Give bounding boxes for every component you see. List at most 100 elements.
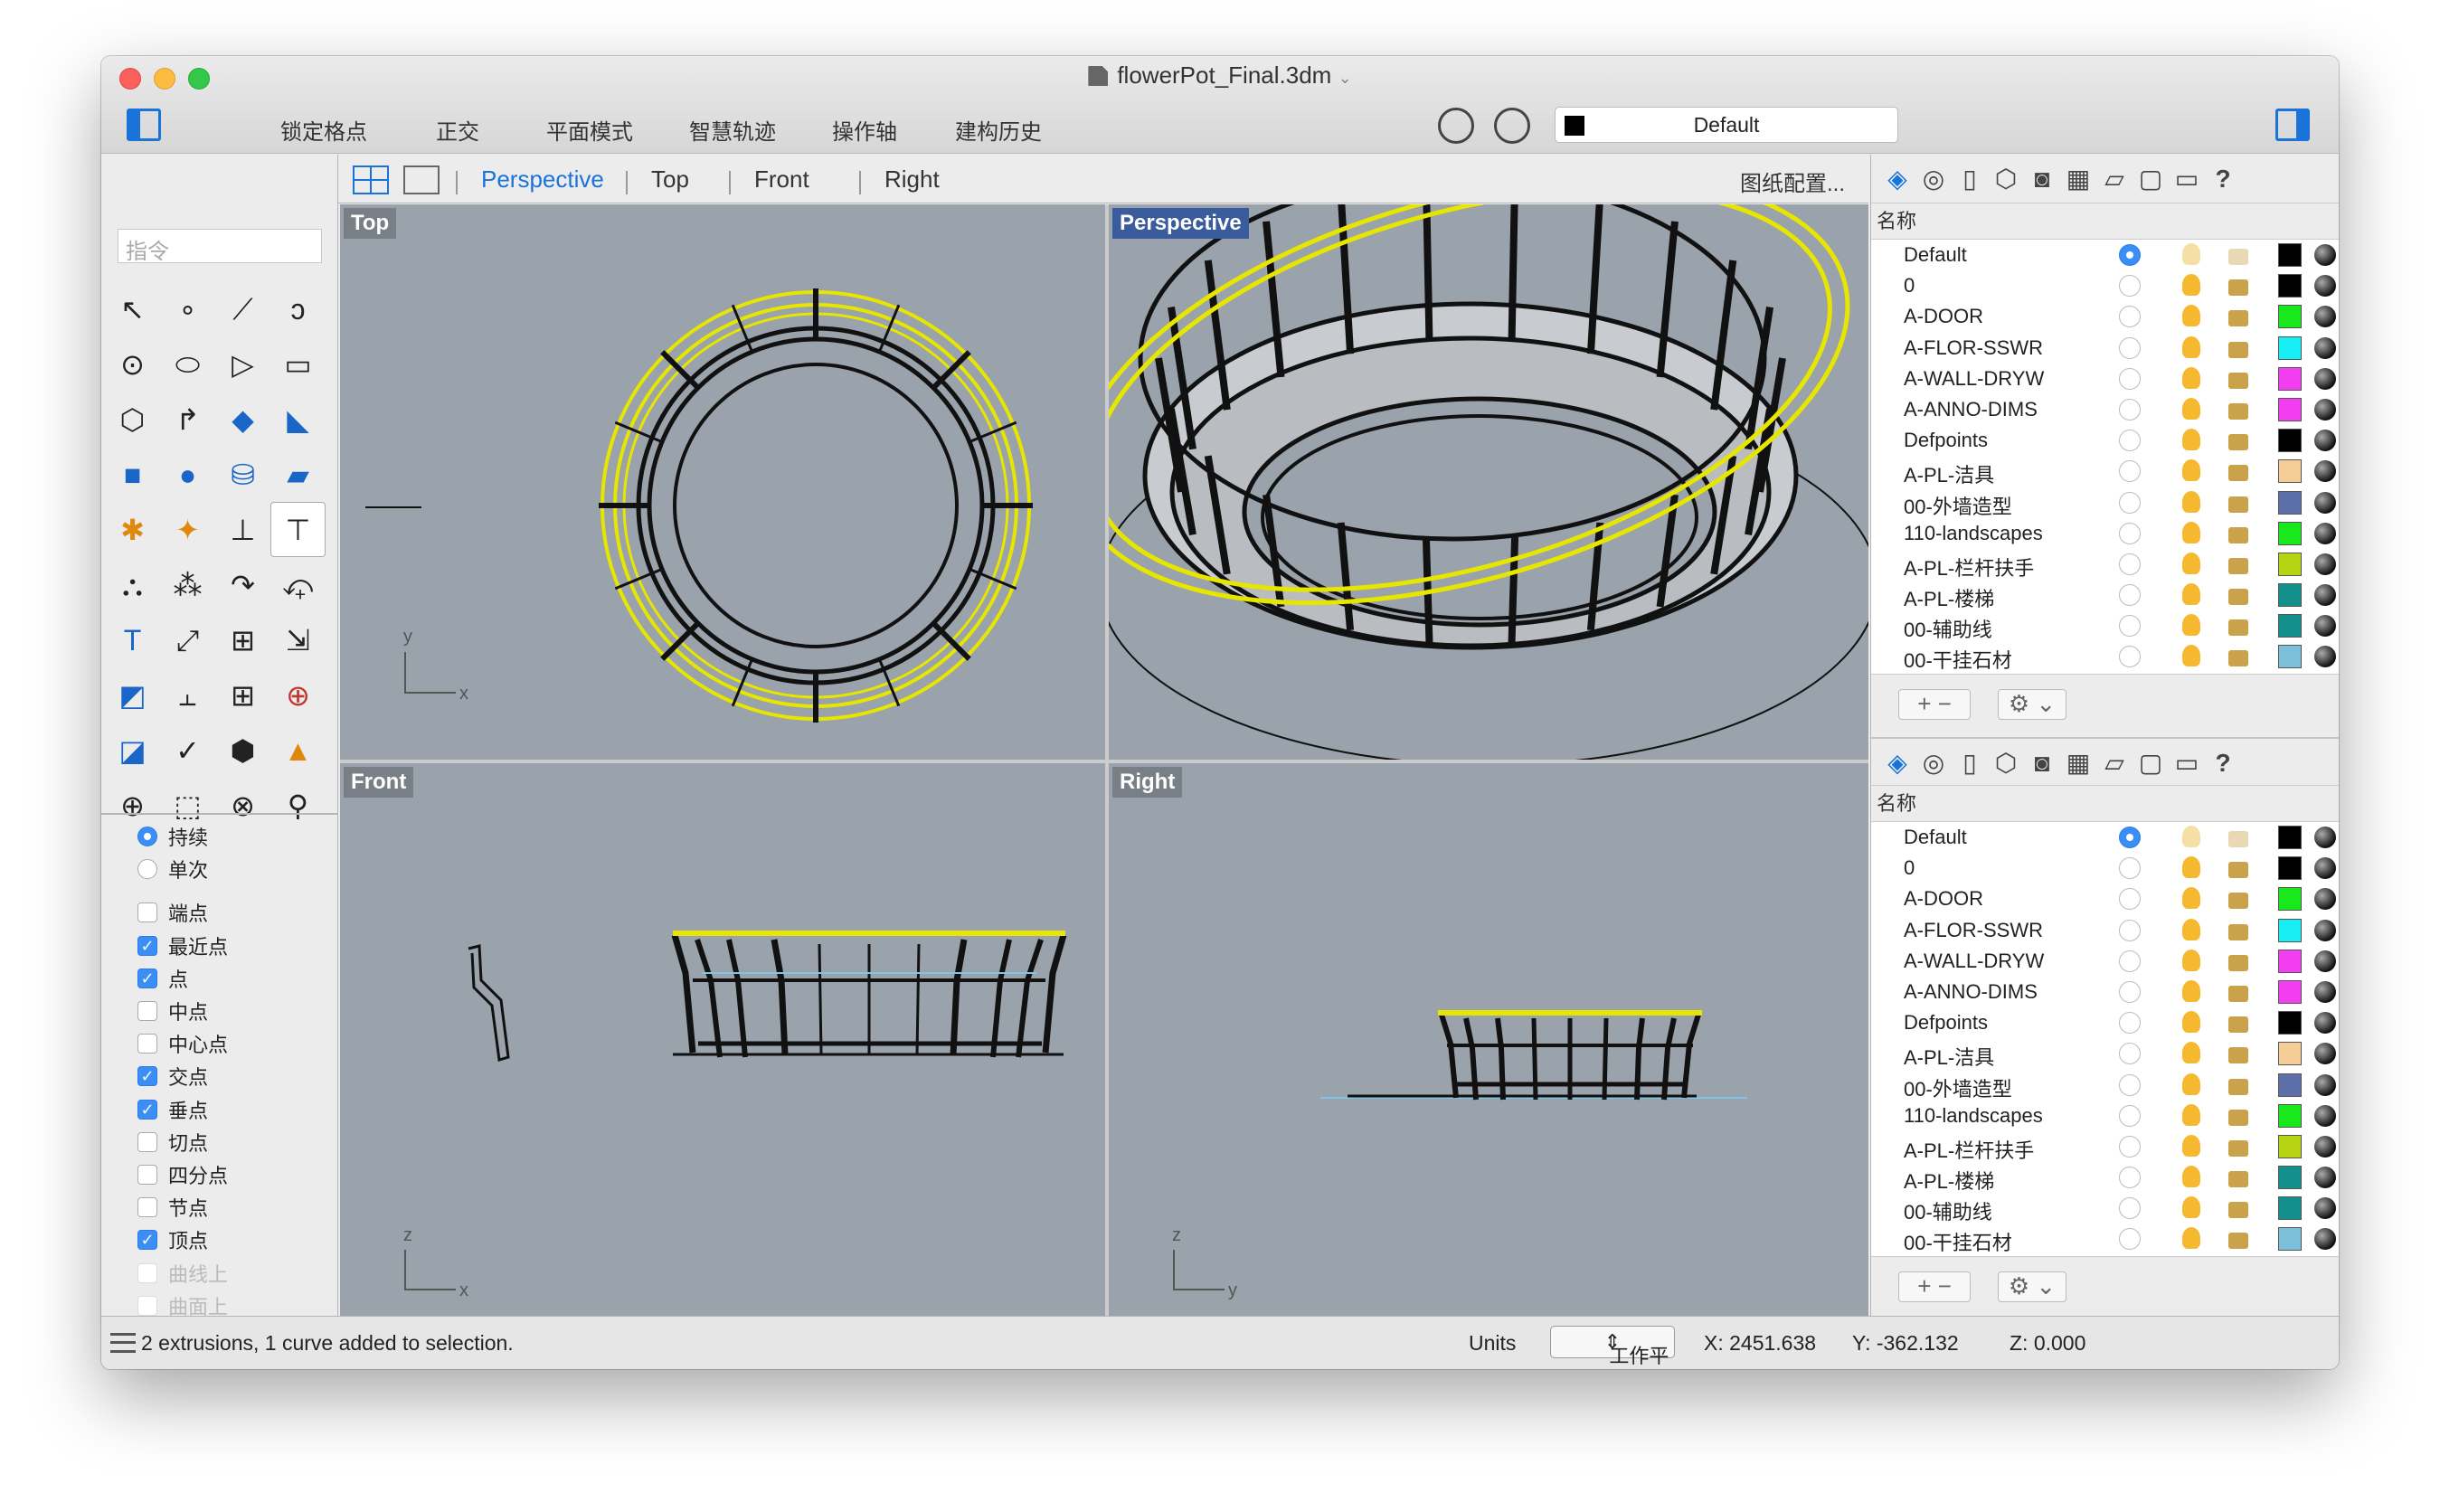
object-icon[interactable]: ⬡	[1992, 165, 2019, 193]
toggle-left-sidebar-button[interactable]	[127, 109, 161, 141]
checkbox[interactable]: ✓	[137, 1230, 157, 1251]
lightbulb-icon[interactable]	[2182, 490, 2200, 513]
lock-icon[interactable]	[2228, 589, 2248, 606]
lightbulb-icon[interactable]	[2182, 459, 2200, 482]
current-layer-radio[interactable]	[2119, 1104, 2141, 1127]
layer-row[interactable]: A-PL-栏杆扶手	[1871, 1131, 2339, 1162]
checkbox[interactable]: ✓	[137, 1066, 157, 1087]
current-layer-radio[interactable]	[2119, 553, 2141, 575]
toggle-right-sidebar-button[interactable]	[2275, 109, 2310, 141]
command-input[interactable]: 指令	[118, 229, 322, 264]
current-layer-radio[interactable]	[2119, 584, 2141, 607]
window-title[interactable]: flowerPot_Final.3dm ⌄	[101, 61, 2339, 90]
polyline-tool-icon[interactable]: ⟋	[215, 281, 270, 336]
grid-plane-icon[interactable]: ▦	[2065, 750, 2092, 777]
layer-row[interactable]: Defpoints	[1871, 1007, 2339, 1038]
osnap-vertex[interactable]: ✓ 顶点	[137, 1224, 336, 1256]
layer-row[interactable]: A-DOOR	[1871, 301, 2339, 332]
osnap-knot[interactable]: 节点	[137, 1191, 336, 1224]
layer-color-swatch[interactable]	[2278, 1103, 2302, 1128]
material-icon[interactable]	[2314, 950, 2336, 972]
properties-icon[interactable]: ◎	[1920, 750, 1947, 777]
layer-row[interactable]: A-WALL-DRYW	[1871, 946, 2339, 977]
material-icon[interactable]	[2314, 275, 2336, 298]
checkbox[interactable]	[137, 902, 157, 923]
lock-icon[interactable]	[2228, 1202, 2248, 1219]
current-layer-radio[interactable]	[2119, 888, 2141, 911]
cylinder-tool-icon[interactable]: ⛁	[215, 447, 270, 502]
viewport-perspective[interactable]: Perspective	[1109, 204, 1868, 760]
lock-icon[interactable]	[2228, 434, 2248, 451]
layer-row[interactable]: A-PL-洁具	[1871, 1038, 2339, 1069]
layer-color-swatch[interactable]	[2278, 1042, 2302, 1066]
lightbulb-icon[interactable]	[2182, 243, 2200, 265]
lock-icon[interactable]	[2228, 402, 2248, 420]
radio-button[interactable]	[137, 827, 157, 847]
current-layer-radio[interactable]	[2119, 367, 2141, 390]
ortho-button[interactable]: 正交	[436, 114, 479, 146]
tab-front[interactable]: Front	[754, 165, 809, 194]
named-view-icon[interactable]: ▱	[2101, 165, 2128, 193]
layer-color-swatch[interactable]	[2278, 1196, 2302, 1221]
current-layer-radio[interactable]	[2119, 646, 2141, 668]
array-tool-icon[interactable]: ⊞	[215, 612, 270, 667]
lightbulb-icon[interactable]	[2182, 949, 2200, 971]
current-layer-radio[interactable]	[2119, 1012, 2141, 1035]
viewport-front[interactable]: z x Front	[340, 763, 1105, 1317]
split-tool-icon[interactable]: ⊤	[270, 502, 326, 557]
material-icon[interactable]	[2314, 646, 2336, 668]
lock-icon[interactable]	[2228, 465, 2248, 482]
layer-row[interactable]: Default	[1871, 822, 2339, 853]
material-icon[interactable]	[2314, 1073, 2336, 1096]
layer-row[interactable]: Defpoints	[1871, 425, 2339, 456]
point-tool-icon[interactable]: ∘	[160, 281, 215, 336]
layer-color-swatch[interactable]	[2278, 366, 2302, 391]
gumball-align-tool-icon[interactable]: ⊕	[270, 667, 326, 723]
add-layer-button[interactable]: + −	[1898, 689, 1971, 720]
layer-color-swatch[interactable]	[2278, 1011, 2302, 1035]
explode-tool-icon[interactable]: ✦	[160, 502, 215, 557]
checkbox[interactable]	[137, 1034, 157, 1054]
named-view-icon[interactable]: ▱	[2101, 750, 2128, 777]
viewport-label[interactable]: Top	[344, 208, 397, 239]
select-tool-icon[interactable]: ↖	[105, 281, 160, 336]
object-icon[interactable]: ⬡	[1992, 750, 2019, 777]
lock-icon[interactable]	[2228, 619, 2248, 637]
layer-color-swatch[interactable]	[2278, 614, 2302, 638]
lightbulb-icon[interactable]	[2182, 614, 2200, 637]
lock-icon[interactable]	[2228, 954, 2248, 971]
solid-edit-tool-icon[interactable]: ◩	[105, 667, 160, 723]
checkbox[interactable]	[137, 1131, 157, 1152]
layers-icon[interactable]: ◈	[1884, 165, 1911, 193]
layer-color-swatch[interactable]	[2278, 826, 2302, 849]
units-label[interactable]: Units	[1469, 1331, 1516, 1356]
layer-color-swatch[interactable]	[2278, 1073, 2302, 1097]
osnap-quadrant[interactable]: 四分点	[137, 1158, 336, 1191]
material-icon[interactable]	[2314, 857, 2336, 880]
viewport-top[interactable]: y x Top	[340, 204, 1105, 760]
layer-row[interactable]: 00-干挂石材	[1871, 1224, 2339, 1254]
layer-row[interactable]: 0	[1871, 853, 2339, 884]
lightbulb-icon[interactable]	[2182, 1166, 2200, 1188]
lock-icon[interactable]	[2228, 1016, 2248, 1034]
material-icon[interactable]	[2314, 919, 2336, 941]
material-icon[interactable]	[2314, 306, 2336, 328]
layer-color-swatch[interactable]	[2278, 949, 2302, 973]
layer-row[interactable]: A-ANNO-DIMS	[1871, 977, 2339, 1007]
viewport-right[interactable]: z y Right	[1109, 763, 1868, 1317]
current-layer-radio[interactable]	[2119, 1167, 2141, 1189]
material-icon[interactable]	[2314, 1012, 2336, 1035]
layer-column-header[interactable]: 名称	[1871, 203, 2339, 240]
lock-icon[interactable]	[2228, 341, 2248, 358]
current-layer-radio[interactable]	[2119, 398, 2141, 421]
material-icon[interactable]	[2314, 1104, 2336, 1127]
layer-color-swatch[interactable]	[2278, 645, 2302, 669]
layer-row[interactable]: 00-外墙造型	[1871, 1070, 2339, 1101]
layer-color-swatch[interactable]	[2278, 459, 2302, 484]
material-icon[interactable]	[2314, 522, 2336, 544]
smart-track-button[interactable]: 智慧轨迹	[689, 114, 776, 146]
analyze-tool-icon[interactable]: ◪	[105, 723, 160, 778]
grid-plane-icon[interactable]: ▦	[2065, 165, 2092, 193]
current-layer-radio[interactable]	[2119, 919, 2141, 941]
osnap-mid[interactable]: 中点	[137, 995, 336, 1027]
